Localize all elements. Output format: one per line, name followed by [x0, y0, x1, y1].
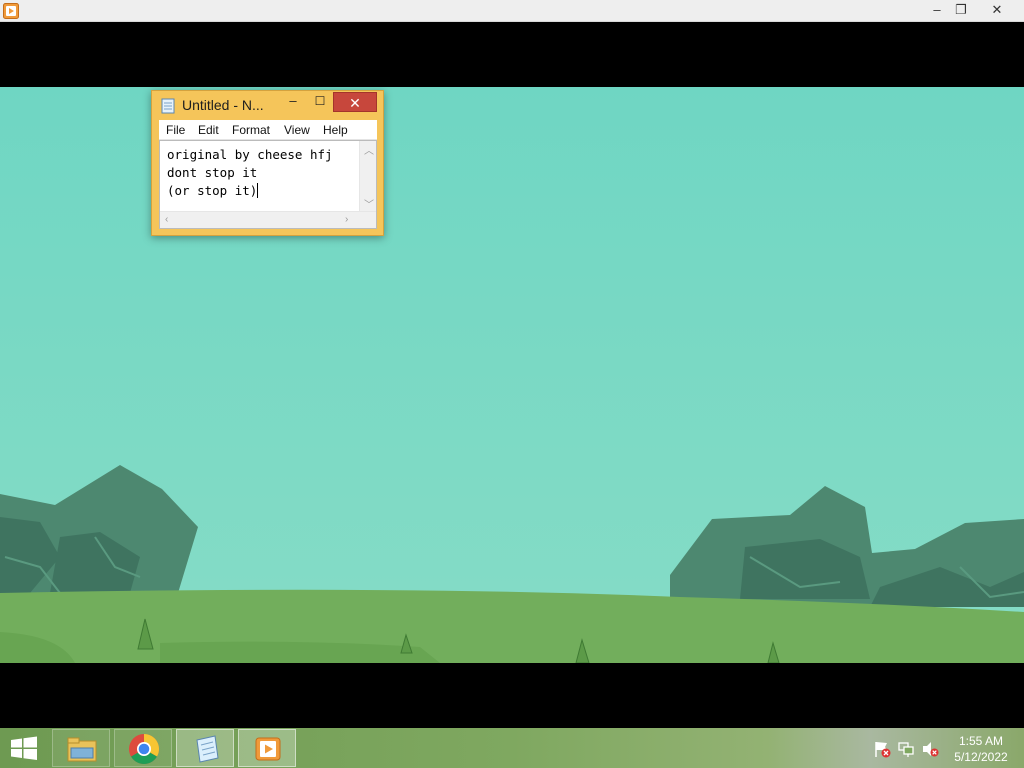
scroll-right-icon[interactable]: ›: [345, 214, 348, 225]
notepad-text-area[interactable]: original by cheese hfj dont stop it (or …: [159, 140, 377, 229]
media-player-icon: [255, 737, 281, 761]
vertical-scrollbar[interactable]: ︿ ﹀: [359, 141, 376, 212]
horizontal-scrollbar[interactable]: ‹ ›: [160, 211, 376, 228]
chrome-icon: [129, 734, 160, 765]
notepad-menu-bar: File Edit Format View Help: [159, 120, 377, 140]
text-caret: [257, 183, 259, 198]
notepad-minimize-button[interactable]: –: [282, 91, 304, 111]
taskbar-file-explorer[interactable]: [52, 729, 110, 767]
scroll-left-icon[interactable]: ‹: [165, 214, 168, 225]
notepad-icon: [196, 735, 219, 763]
notepad-close-button[interactable]: ✕: [333, 92, 377, 112]
media-player-icon[interactable]: [3, 3, 19, 19]
action-center-flag-icon[interactable]: [873, 740, 891, 758]
folder-icon: [67, 737, 97, 762]
scroll-down-icon[interactable]: ﹀: [364, 196, 374, 211]
taskbar: 1:55 AM 5/12/2022: [0, 728, 1024, 768]
volume-muted-icon[interactable]: [921, 740, 939, 758]
notepad-maximize-button[interactable]: ☐: [309, 91, 331, 111]
taskbar-chrome[interactable]: [114, 729, 172, 767]
network-icon[interactable]: [897, 740, 915, 758]
menu-edit[interactable]: Edit: [198, 123, 219, 137]
taskbar-media-player[interactable]: [238, 729, 296, 767]
player-title-bar: – ❐ ✕: [0, 0, 1024, 22]
notepad-text-content[interactable]: original by cheese hfj dont stop it (or …: [167, 146, 333, 200]
menu-help[interactable]: Help: [323, 123, 348, 137]
menu-file[interactable]: File: [166, 123, 185, 137]
player-close-button[interactable]: ✕: [974, 0, 1020, 21]
system-clock[interactable]: 1:55 AM 5/12/2022: [950, 733, 1012, 765]
menu-format[interactable]: Format: [232, 123, 270, 137]
windows-logo-icon[interactable]: [0, 728, 48, 768]
player-restore-button[interactable]: ❐: [950, 0, 972, 21]
player-minimize-button[interactable]: –: [926, 0, 948, 21]
notepad-text: original by cheese hfj dont stop it (or …: [167, 147, 333, 198]
taskbar-notepad[interactable]: [176, 729, 234, 767]
scroll-up-icon[interactable]: ︿: [364, 142, 374, 157]
menu-view[interactable]: View: [284, 123, 310, 137]
notepad-icon[interactable]: [160, 98, 176, 114]
clock-time: 1:55 AM: [958, 734, 1004, 748]
video-area[interactable]: Untitled - N... – ☐ ✕ File Edit Format V…: [0, 22, 1024, 728]
clock-date: 5/12/2022: [954, 750, 1008, 764]
notepad-window[interactable]: Untitled - N... – ☐ ✕ File Edit Format V…: [151, 90, 384, 236]
notepad-title: Untitled - N...: [182, 97, 264, 113]
